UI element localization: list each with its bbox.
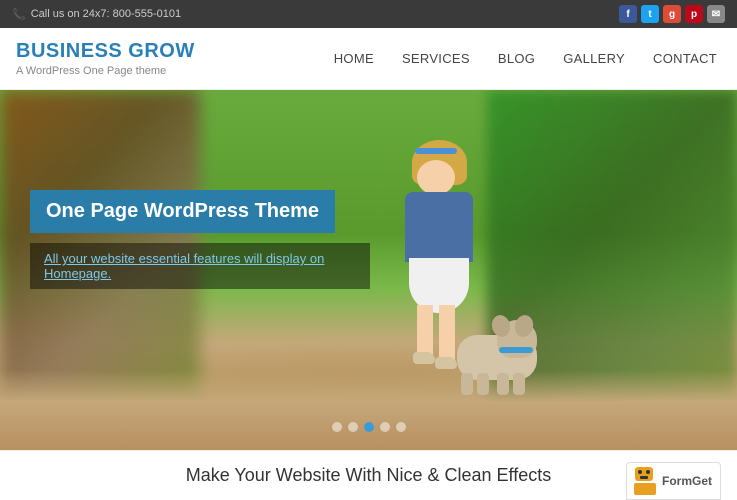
brand-name[interactable]: BUSINESS GROW <box>16 40 195 63</box>
carousel-dot-4[interactable] <box>380 422 390 432</box>
dog-leg-1 <box>461 373 473 395</box>
robot-head <box>635 467 653 481</box>
nav-services[interactable]: SERVICES <box>402 51 470 66</box>
hero-section: One Page WordPress Theme All your websit… <box>0 90 737 450</box>
nav-blog[interactable]: BLOG <box>498 51 535 66</box>
robot-body <box>634 483 656 495</box>
child-leg-left <box>417 305 433 355</box>
hero-title-box: One Page WordPress Theme <box>30 190 335 233</box>
hero-subtitle-link[interactable]: Homepage. <box>44 266 111 281</box>
nav-gallery[interactable]: GALLERY <box>563 51 625 66</box>
hero-content: One Page WordPress Theme All your websit… <box>30 190 370 289</box>
child-shoe-left <box>413 352 435 364</box>
hero-title: One Page WordPress Theme <box>46 200 319 223</box>
carousel-dots <box>332 422 406 432</box>
hero-subtitle: All your website essential features will… <box>44 251 356 281</box>
email-icon[interactable]: ✉ <box>707 5 725 23</box>
dog-figure <box>437 315 557 395</box>
hero-subtitle-box: All your website essential features will… <box>30 243 370 289</box>
formget-badge[interactable]: FormGet <box>626 462 721 500</box>
nav-contact[interactable]: CONTACT <box>653 51 717 66</box>
carousel-dot-1[interactable] <box>332 422 342 432</box>
dog-leg-4 <box>513 373 525 395</box>
hero-subtitle-prefix: All your website essential features will… <box>44 251 324 266</box>
carousel-dot-3[interactable] <box>364 422 374 432</box>
robot-eye-right <box>646 470 650 474</box>
carousel-dot-5[interactable] <box>396 422 406 432</box>
top-bar: 📞 Call us on 24x7: 800-555-0101 f t g p … <box>0 0 737 28</box>
child-headband <box>415 148 457 154</box>
nav-home[interactable]: HOME <box>334 51 374 66</box>
phone-icon: 📞 <box>12 8 26 21</box>
formget-label: FormGet <box>662 474 712 488</box>
brand-tagline: A WordPress One Page theme <box>16 65 195 77</box>
robot-eye-left <box>638 470 642 474</box>
footer-bar: Make Your Website With Nice & Clean Effe… <box>0 450 737 500</box>
social-links: f t g p ✉ <box>619 5 725 23</box>
phone-info: 📞 Call us on 24x7: 800-555-0101 <box>12 8 181 21</box>
child-body <box>397 140 477 320</box>
phone-text: Call us on 24x7: 800-555-0101 <box>31 8 181 20</box>
footer-text: Make Your Website With Nice & Clean Effe… <box>186 465 552 486</box>
robot-mouth <box>640 476 648 479</box>
formget-robot-icon <box>633 467 657 495</box>
twitter-icon[interactable]: t <box>641 5 659 23</box>
dog-leg-2 <box>477 373 489 395</box>
facebook-icon[interactable]: f <box>619 5 637 23</box>
main-nav: HOME SERVICES BLOG GALLERY CONTACT <box>334 51 717 66</box>
child-face <box>417 160 455 195</box>
dog-leg-3 <box>497 373 509 395</box>
googleplus-icon[interactable]: g <box>663 5 681 23</box>
child-jacket <box>405 192 473 262</box>
brand: BUSINESS GROW A WordPress One Page theme <box>16 40 195 77</box>
pinterest-icon[interactable]: p <box>685 5 703 23</box>
header: BUSINESS GROW A WordPress One Page theme… <box>0 28 737 90</box>
carousel-dot-2[interactable] <box>348 422 358 432</box>
dog-collar <box>499 347 533 353</box>
